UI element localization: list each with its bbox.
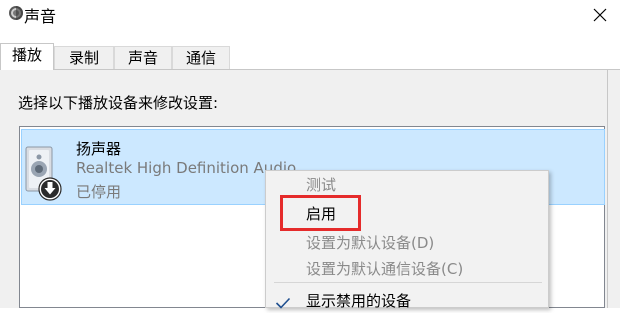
menu-item-set-default-communication[interactable]: 设置为默认通信设备(C): [306, 258, 463, 279]
tab-communications[interactable]: 通信: [172, 46, 230, 69]
tab-recording[interactable]: 录制: [54, 46, 114, 69]
close-icon: [593, 8, 607, 22]
menu-item-test[interactable]: 测试: [306, 174, 336, 195]
tab-playback[interactable]: 播放: [0, 43, 54, 70]
tab-underline: [0, 69, 620, 70]
speaker-icon: [8, 5, 24, 21]
speaker-disabled-icon: [24, 145, 64, 205]
device-status: 已停用: [76, 183, 122, 201]
checkmark-icon: [275, 294, 291, 309]
window-title: 声音: [24, 7, 57, 26]
device-description: Realtek High Definition Audio: [76, 159, 297, 177]
instruction-text: 选择以下播放设备来修改设置:: [18, 94, 219, 112]
tab-sounds[interactable]: 声音: [114, 46, 172, 69]
title-bar: 声音: [0, 0, 620, 30]
panel-border: [607, 70, 608, 308]
menu-item-set-default[interactable]: 设置为默认设备(D): [306, 232, 434, 253]
device-name: 扬声器: [76, 140, 122, 158]
highlight-annotation: [280, 195, 361, 231]
close-button[interactable]: [580, 0, 620, 30]
menu-separator: [274, 282, 542, 283]
